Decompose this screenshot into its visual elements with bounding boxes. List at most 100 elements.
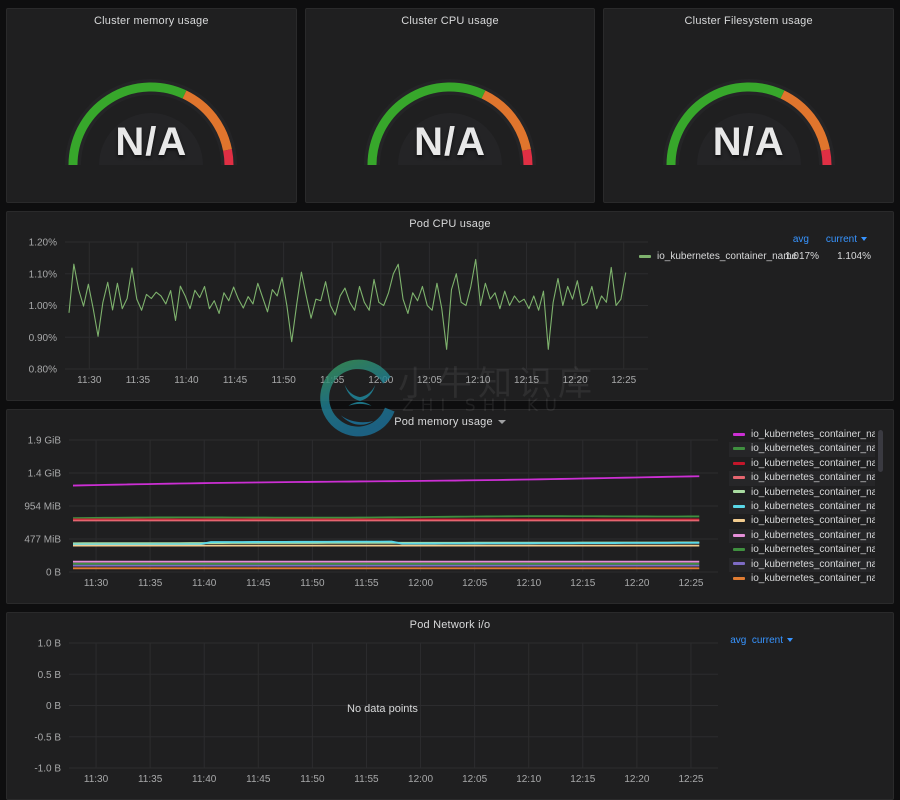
legend-series-label[interactable]: io_kubernetes_container_name xyxy=(751,443,875,454)
svg-text:11:45: 11:45 xyxy=(246,578,271,589)
legend-series-label[interactable]: io_kubernetes_container_name xyxy=(751,559,875,570)
legend-series-label[interactable]: io_kubernetes_container_name xyxy=(751,487,875,498)
legend-color-swatch xyxy=(733,476,745,480)
svg-text:1.00%: 1.00% xyxy=(29,301,57,312)
svg-text:12:15: 12:15 xyxy=(570,774,595,785)
legend-series-label[interactable]: io_kubernetes_container_name xyxy=(751,530,875,541)
svg-text:11:40: 11:40 xyxy=(192,774,217,785)
legend-current-value: 1.104% xyxy=(837,251,871,262)
gauge-value: N/A xyxy=(414,120,486,164)
svg-text:12:15: 12:15 xyxy=(570,578,595,589)
svg-text:477 MiB: 477 MiB xyxy=(24,535,61,546)
legend-item[interactable]: io_kubernetes_container_name xyxy=(729,572,875,586)
panel-cluster-memory-usage[interactable]: Cluster memory usage N/A xyxy=(6,8,297,203)
legend-series-label[interactable]: io_kubernetes_container_name xyxy=(751,429,875,440)
legend-row[interactable]: io_kubernetes_container_name1.017% 1.104% xyxy=(639,251,871,262)
svg-text:12:25: 12:25 xyxy=(611,375,636,386)
legend-color-swatch xyxy=(733,533,745,537)
legend-color-swatch xyxy=(733,447,745,451)
legend-color-swatch xyxy=(733,576,745,580)
legend-color-swatch xyxy=(733,490,745,494)
svg-text:954 MiB: 954 MiB xyxy=(24,502,61,513)
grafana-dashboard: Cluster memory usage N/A Cluster CPU usa… xyxy=(0,0,900,800)
legend-item[interactable]: io_kubernetes_container_name xyxy=(729,486,875,500)
svg-text:12:00: 12:00 xyxy=(368,375,393,386)
svg-text:0.90%: 0.90% xyxy=(29,333,57,344)
legend-series-label[interactable]: io_kubernetes_container_name xyxy=(751,573,875,584)
legend-series-label[interactable]: io_kubernetes_container_name xyxy=(751,515,875,526)
pod-network-legend[interactable]: avg current xyxy=(730,635,793,646)
svg-text:1.20%: 1.20% xyxy=(29,238,57,249)
svg-text:11:35: 11:35 xyxy=(126,375,151,386)
legend-col-avg[interactable]: avg xyxy=(769,234,809,245)
sort-caret-icon[interactable] xyxy=(861,237,867,242)
svg-text:11:30: 11:30 xyxy=(77,375,102,386)
svg-text:11:45: 11:45 xyxy=(246,774,271,785)
panel-title: Cluster memory usage xyxy=(94,15,209,27)
svg-text:1.4 GiB: 1.4 GiB xyxy=(28,469,62,480)
legend-item[interactable]: io_kubernetes_container_name xyxy=(729,442,875,457)
legend-col-current[interactable]: current xyxy=(809,234,857,245)
svg-text:0 B: 0 B xyxy=(46,701,61,712)
svg-text:12:20: 12:20 xyxy=(563,375,588,386)
panel-title: Pod Network i/o xyxy=(409,619,491,631)
pod-memory-legend[interactable]: io_kubernetes_container_name io_kubernete… xyxy=(729,428,875,593)
legend-color-swatch xyxy=(733,519,745,523)
legend-item[interactable]: io_kubernetes_container_name xyxy=(729,471,875,486)
svg-text:-0.5 B: -0.5 B xyxy=(34,732,61,743)
svg-text:11:55: 11:55 xyxy=(354,578,379,589)
gauge-cluster-memory: N/A xyxy=(7,27,296,187)
svg-text:-1.0 B: -1.0 B xyxy=(34,764,61,775)
panel-title: Cluster CPU usage xyxy=(401,15,499,27)
legend-series-label[interactable]: io_kubernetes_container_name xyxy=(751,472,875,483)
legend-series-label[interactable]: io_kubernetes_container_name xyxy=(657,251,797,262)
panel-pod-network-io[interactable]: Pod Network i/o 1.0 B 0.5 B 0 B -0.5 B -1.0 … xyxy=(6,612,894,800)
pod-cpu-legend[interactable]: avg current io_kubernetes_container_name1… xyxy=(639,234,871,262)
svg-text:11:40: 11:40 xyxy=(192,578,217,589)
svg-text:11:45: 11:45 xyxy=(223,375,248,386)
svg-text:12:20: 12:20 xyxy=(624,774,649,785)
svg-text:11:40: 11:40 xyxy=(174,375,199,386)
gauge-cluster-cpu: N/A xyxy=(306,27,595,187)
legend-color-swatch xyxy=(733,432,745,436)
legend-color-swatch xyxy=(733,562,745,566)
legend-item[interactable]: io_kubernetes_container_name xyxy=(729,457,875,471)
legend-item[interactable]: io_kubernetes_container_name xyxy=(729,543,875,557)
legend-item[interactable]: io_kubernetes_container_name xyxy=(729,499,875,515)
panel-pod-cpu-usage[interactable]: Pod CPU usage 1.20% 1.10% 1.00% 0.90% 0.80% 1… xyxy=(6,211,894,401)
legend-color-swatch xyxy=(733,461,745,465)
panel-cluster-filesystem-usage[interactable]: Cluster Filesystem usage N/A xyxy=(603,8,895,203)
legend-item[interactable]: io_kubernetes_container_name xyxy=(729,514,875,528)
panel-cluster-cpu-usage[interactable]: Cluster CPU usage N/A xyxy=(304,8,596,203)
svg-text:12:00: 12:00 xyxy=(408,578,433,589)
svg-text:11:50: 11:50 xyxy=(300,578,325,589)
svg-text:12:20: 12:20 xyxy=(624,578,649,589)
pod-network-graph: 1.0 B 0.5 B 0 B -0.5 B -1.0 B 11:30 11:35 11:40… xyxy=(34,639,718,785)
panel-title: Cluster Filesystem usage xyxy=(684,15,813,27)
legend-item[interactable]: io_kubernetes_container_name xyxy=(729,528,875,544)
legend-series-label[interactable]: io_kubernetes_container_name xyxy=(751,544,875,555)
legend-series-label[interactable]: io_kubernetes_container_name xyxy=(751,501,875,512)
svg-text:12:05: 12:05 xyxy=(417,375,442,386)
legend-series-label[interactable]: io_kubernetes_container_name xyxy=(751,458,875,469)
panel-title[interactable]: Pod memory usage xyxy=(7,410,893,428)
chevron-down-icon[interactable] xyxy=(497,420,506,425)
legend-col-current[interactable]: current xyxy=(752,635,783,646)
panel-title-text: Pod memory usage xyxy=(394,416,493,428)
legend-header[interactable]: avg current xyxy=(639,234,871,245)
svg-text:1.9 GiB: 1.9 GiB xyxy=(28,436,62,447)
svg-text:12:10: 12:10 xyxy=(465,375,490,386)
svg-text:11:30: 11:30 xyxy=(84,774,109,785)
svg-text:0.80%: 0.80% xyxy=(29,365,57,376)
legend-item[interactable]: io_kubernetes_container_name xyxy=(729,428,875,442)
svg-text:12:10: 12:10 xyxy=(516,578,541,589)
sort-caret-icon[interactable] xyxy=(787,638,793,643)
svg-text:12:05: 12:05 xyxy=(462,774,487,785)
svg-text:1.0 B: 1.0 B xyxy=(38,639,62,650)
panel-pod-memory-usage[interactable]: Pod memory usage 1.9 GiB 1.4 GiB 954 MiB 47… xyxy=(6,409,894,604)
panel-title: Pod CPU usage xyxy=(409,218,491,230)
legend-scrollbar[interactable] xyxy=(878,430,883,472)
legend-item[interactable]: io_kubernetes_container_name xyxy=(729,557,875,572)
legend-col-avg[interactable]: avg xyxy=(730,635,746,646)
gauge-value: N/A xyxy=(115,120,188,164)
